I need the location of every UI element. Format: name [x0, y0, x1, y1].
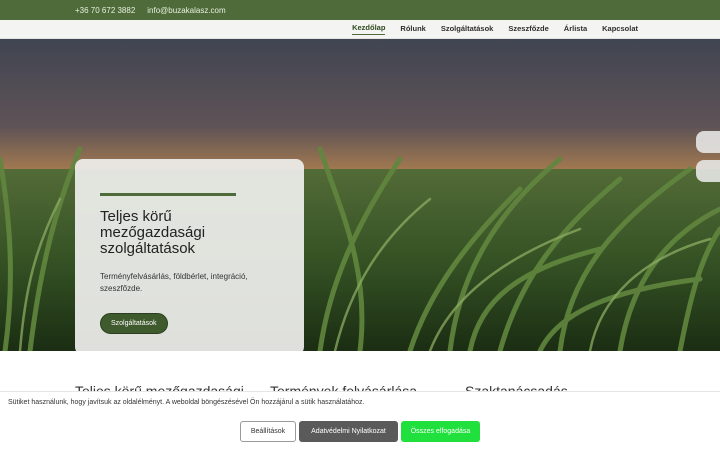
nav-item-home[interactable]: Kezdőlap: [352, 23, 386, 35]
nav-item-about[interactable]: Rólunk: [400, 24, 425, 35]
email-link[interactable]: info@buzakalasz.com: [147, 6, 225, 15]
hero-section: Teljes körű mezőgazdasági szolgáltatások…: [0, 39, 720, 351]
services-button[interactable]: Szolgáltatások: [100, 313, 168, 334]
nav-item-contact[interactable]: Kapcsolat: [602, 24, 638, 35]
nav-item-pricelist[interactable]: Árlista: [564, 24, 587, 35]
cookie-settings-button[interactable]: Beállítások: [240, 421, 296, 442]
accept-all-button[interactable]: Összes elfogadása: [401, 421, 480, 442]
cookie-message: Sütiket használunk, hogy javítsuk az old…: [8, 399, 365, 406]
accent-bar: [100, 193, 236, 196]
side-tab-upper[interactable]: [696, 131, 720, 153]
nav-item-services[interactable]: Szolgáltatások: [441, 24, 494, 35]
hero-subtitle: Terményfelvásárlás, földbérlet, integrác…: [100, 272, 248, 293]
top-contact-bar: +36 70 672 3882 info@buzakalasz.com: [0, 0, 720, 20]
privacy-policy-button[interactable]: Adatvédelmi Nyilatkozat: [299, 421, 398, 442]
cookie-banner: Sütiket használunk, hogy javítsuk az old…: [0, 391, 720, 450]
nav-item-distillery[interactable]: Szeszfőzde: [508, 24, 548, 35]
hero-card: Teljes körű mezőgazdasági szolgáltatások…: [75, 159, 304, 351]
phone-link[interactable]: +36 70 672 3882: [75, 6, 135, 15]
cookie-buttons: Beállítások Adatvédelmi Nyilatkozat Össz…: [240, 421, 480, 442]
services-overview: Teljes körű mezőgazdasági Termények felv…: [0, 351, 720, 399]
main-navigation: Kezdőlap Rólunk Szolgáltatások Szeszfőzd…: [0, 20, 720, 39]
hero-title: Teljes körű mezőgazdasági szolgáltatások: [100, 208, 206, 257]
side-tab-lower[interactable]: [696, 160, 720, 182]
